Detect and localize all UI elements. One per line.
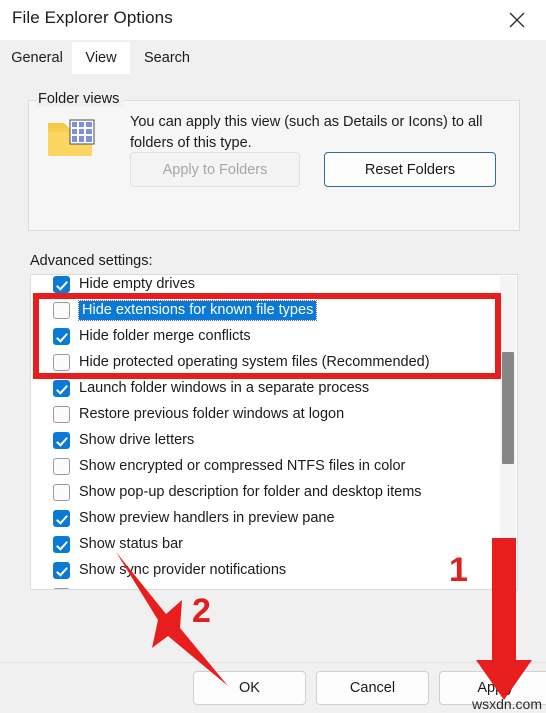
list-item[interactable]: Hide protected operating system files (R… (31, 349, 501, 375)
checkbox-icon[interactable] (53, 379, 70, 397)
tab-search[interactable]: Search (132, 42, 202, 74)
tab-general[interactable]: General (4, 42, 70, 74)
list-item[interactable]: Hide folder merge conflicts (31, 323, 501, 349)
ok-button[interactable]: OK (193, 671, 306, 705)
list-item-label: Hide protected operating system files (R… (79, 354, 430, 370)
checkbox-icon[interactable] (53, 509, 70, 527)
checkbox-icon[interactable] (53, 457, 70, 475)
list-item[interactable]: Launch folder windows in a separate proc… (31, 375, 501, 401)
cancel-label: Cancel (349, 680, 396, 696)
dialog-footer: OK Cancel Apply wsxdn.com (0, 662, 546, 713)
checkbox-icon[interactable] (53, 327, 70, 345)
advanced-settings-list: Hide empty drives Hide extensions for kno… (31, 275, 501, 589)
tab-view-label: View (85, 50, 117, 66)
list-item-label: Show preview handlers in preview pane (79, 510, 335, 526)
checkbox-icon[interactable] (53, 535, 70, 553)
window-title: File Explorer Options (12, 8, 173, 27)
list-item-label: Show status bar (79, 536, 183, 552)
tab-strip: General View Search (0, 40, 546, 75)
list-item-label: Use check boxes to select items (79, 588, 286, 589)
list-item[interactable]: Show preview handlers in preview pane (31, 505, 501, 531)
checkbox-icon[interactable] (53, 301, 70, 319)
reset-folders-button[interactable]: Reset Folders (324, 152, 496, 187)
scrollbar-thumb[interactable] (502, 352, 514, 464)
tab-view[interactable]: View (72, 42, 130, 74)
list-item[interactable]: Hide empty drives (31, 275, 501, 297)
cancel-button[interactable]: Cancel (316, 671, 429, 705)
list-item[interactable]: Use check boxes to select items (31, 583, 501, 589)
list-item-label: Show drive letters (79, 432, 195, 448)
advanced-settings-label: Advanced settings: (30, 253, 153, 269)
checkbox-icon[interactable] (53, 405, 70, 423)
ok-label: OK (239, 680, 260, 696)
checkbox-icon[interactable] (53, 353, 70, 371)
list-item-label: Show pop-up description for folder and d… (79, 484, 422, 500)
checkbox-icon[interactable] (53, 587, 70, 589)
checkbox-icon[interactable] (53, 561, 70, 579)
folder-views-description: You can apply this view (such as Details… (130, 114, 483, 151)
list-item-label: Hide extensions for known file types (77, 299, 318, 321)
folder-views-legend: Folder views (36, 91, 125, 107)
list-item[interactable]: Show pop-up description for folder and d… (31, 479, 501, 505)
tab-general-label: General (11, 50, 63, 66)
apply-label: Apply (477, 680, 514, 696)
folder-view-icon (48, 119, 95, 156)
tab-search-label: Search (144, 50, 190, 66)
checkbox-icon[interactable] (53, 431, 70, 449)
list-item[interactable]: Show status bar (31, 531, 501, 557)
list-item-label: Launch folder windows in a separate proc… (79, 380, 370, 396)
close-icon (509, 12, 525, 28)
list-item-label: Show sync provider notifications (79, 562, 287, 578)
apply-to-folders-button[interactable]: Apply to Folders (130, 152, 300, 187)
checkbox-icon[interactable] (53, 483, 70, 501)
list-item-label: Hide folder merge conflicts (79, 328, 251, 344)
vertical-scrollbar[interactable] (500, 276, 516, 588)
list-item[interactable]: Hide extensions for known file types (31, 297, 501, 323)
watermark: wsxdn.com (471, 696, 542, 712)
list-item-label: Show encrypted or compressed NTFS files … (79, 458, 406, 474)
list-item[interactable]: Restore previous folder windows at logon (31, 401, 501, 427)
close-button[interactable] (494, 0, 540, 40)
checkbox-icon[interactable] (53, 275, 70, 293)
advanced-settings-listbox[interactable]: Hide empty drives Hide extensions for kno… (30, 274, 518, 590)
view-tab-panel: Folder views You can apply this view (su… (0, 74, 546, 708)
apply-to-folders-label: Apply to Folders (162, 161, 268, 178)
list-item[interactable]: Show encrypted or compressed NTFS files … (31, 453, 501, 479)
list-item-label: Hide empty drives (79, 276, 196, 292)
list-item[interactable]: Show drive letters (31, 427, 501, 453)
list-item[interactable]: Show sync provider notifications (31, 557, 501, 583)
reset-folders-label: Reset Folders (364, 161, 456, 178)
title-bar: File Explorer Options (0, 0, 546, 40)
list-item-label: Restore previous folder windows at logon (79, 406, 345, 422)
